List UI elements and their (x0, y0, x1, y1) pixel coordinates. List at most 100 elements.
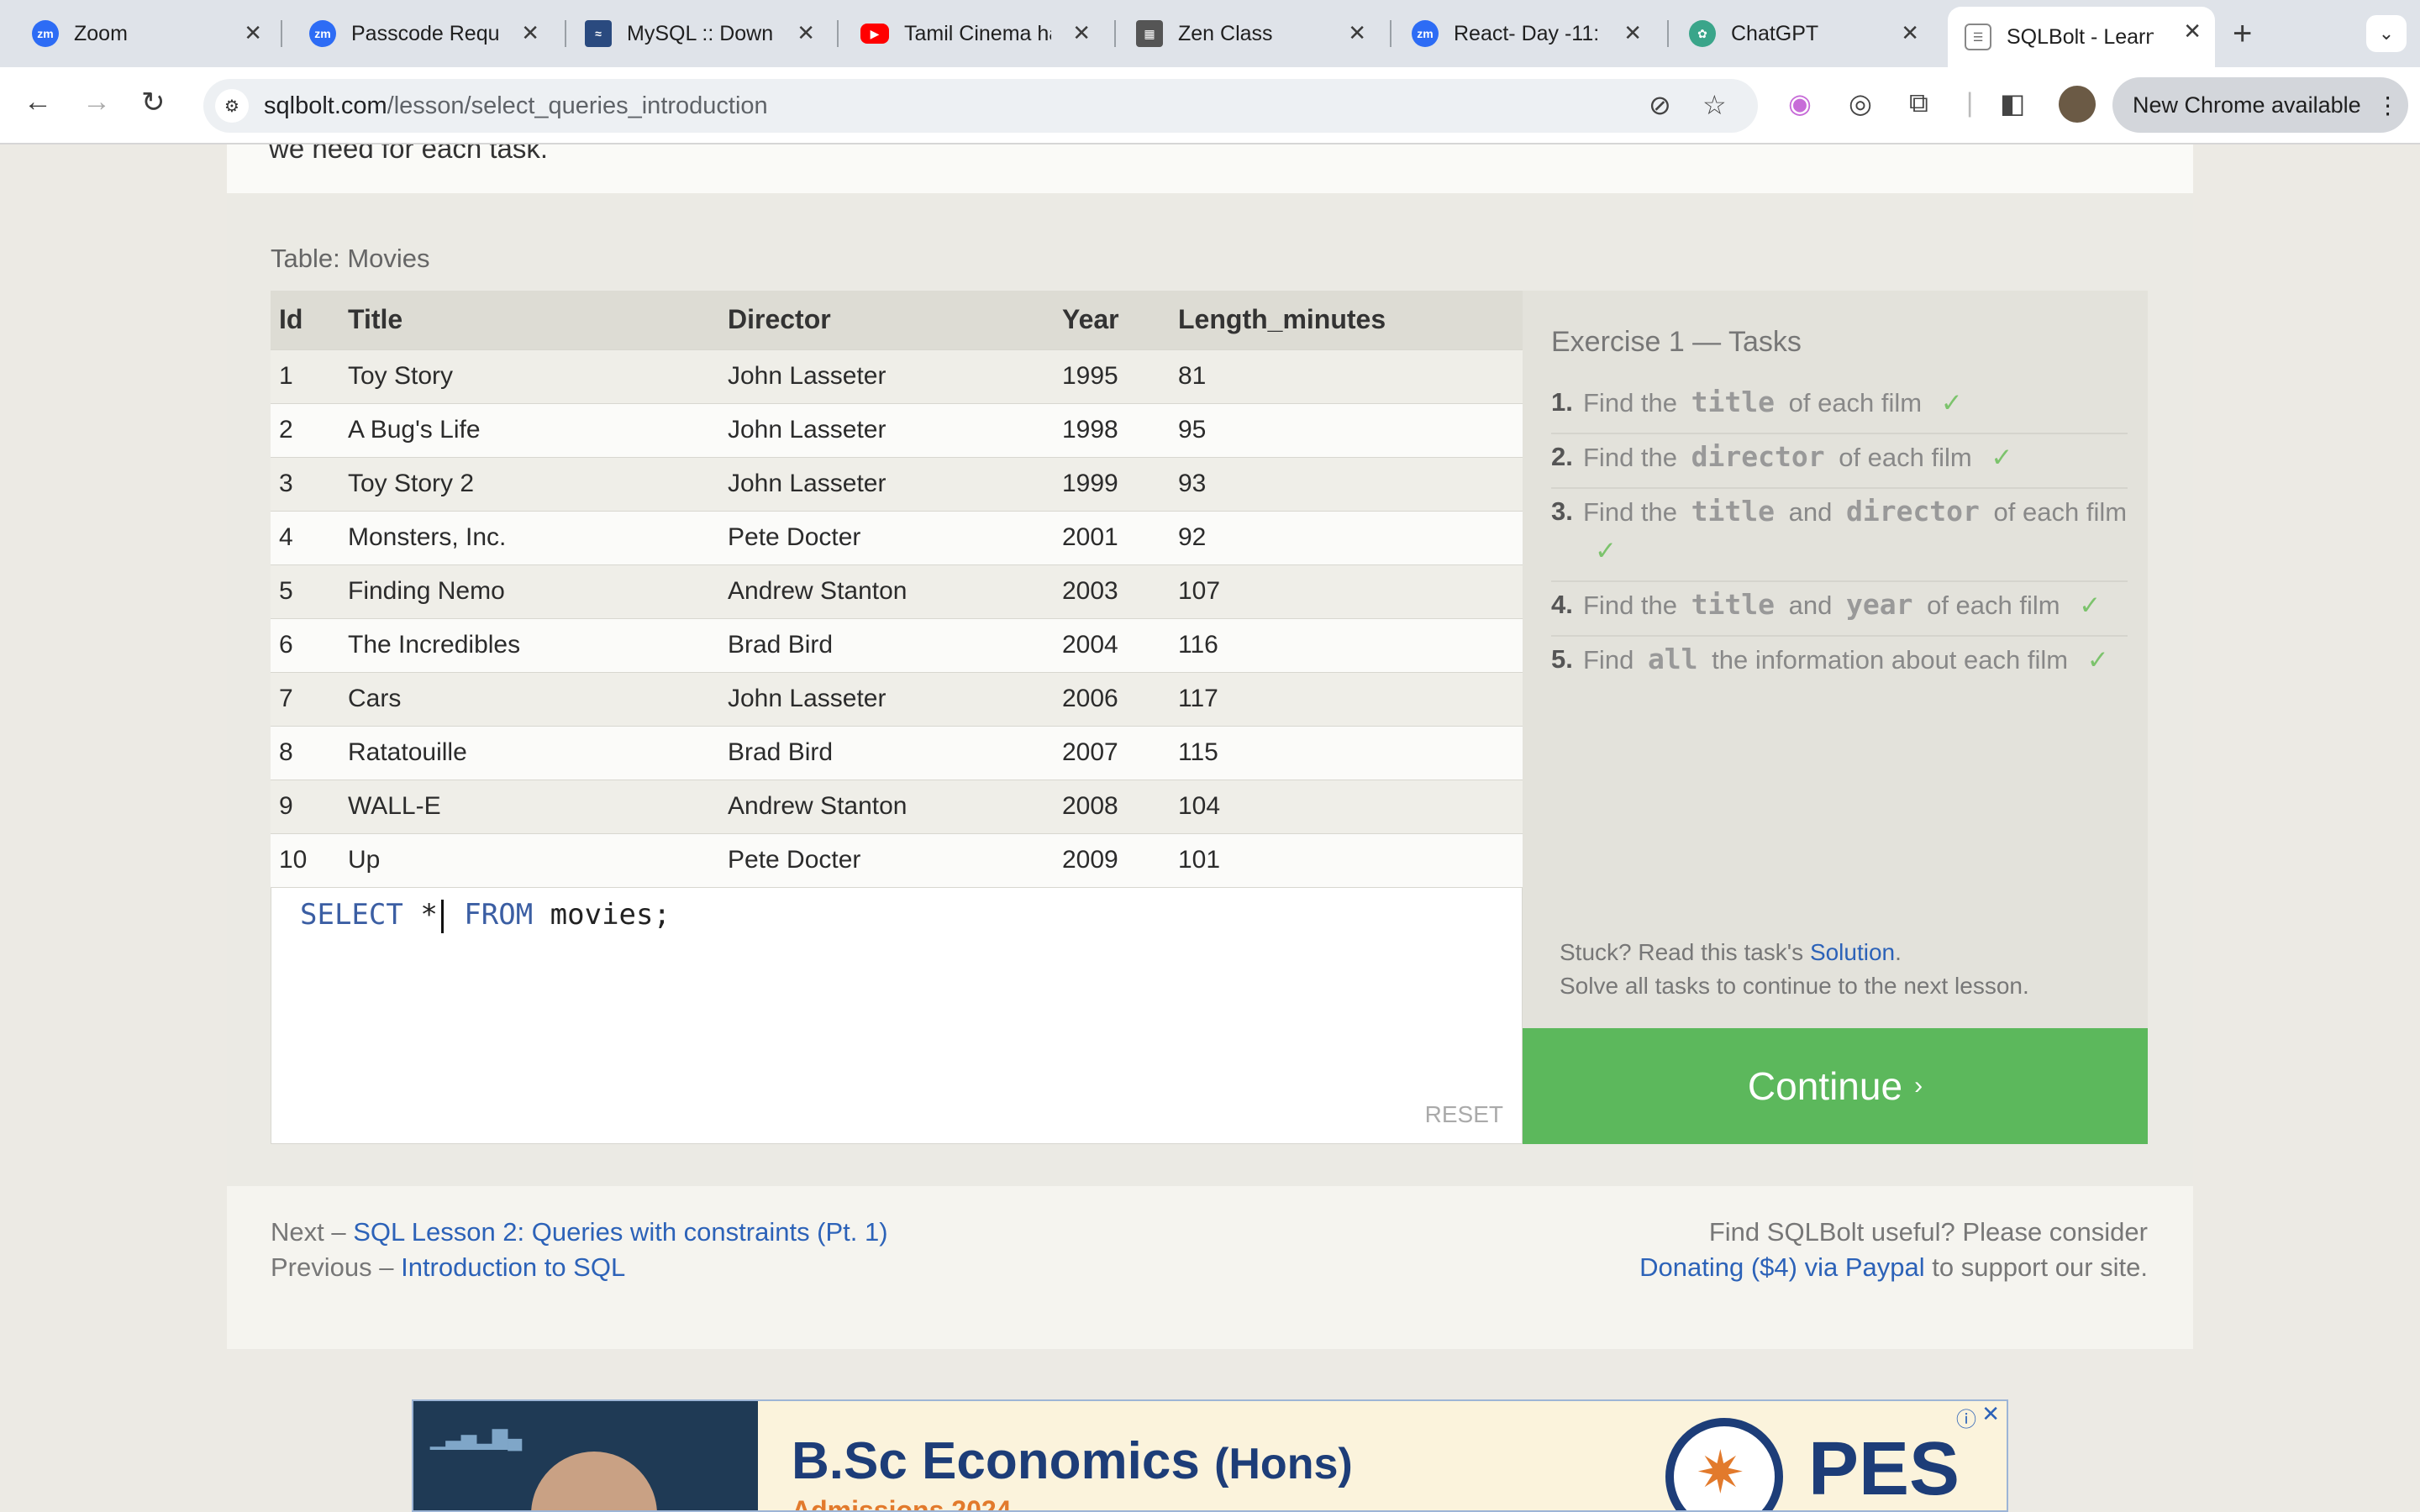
puzzle-extensions-icon[interactable]: ⧉ (1909, 87, 1928, 119)
extension-code-icon[interactable]: ◎ (1849, 87, 1872, 119)
text-cursor (440, 899, 444, 933)
table-cell: 8 (271, 725, 339, 780)
task-item: 1. Find the title of each film ✓ (1551, 380, 2128, 434)
table-cell: 2007 (1054, 725, 1170, 780)
task-number: 3. (1551, 496, 1573, 526)
sql-keyword: FROM (464, 898, 534, 932)
table-cell: 101 (1170, 832, 1523, 887)
close-icon[interactable]: ✕ (1072, 20, 1091, 46)
next-prefix: Next – (271, 1217, 346, 1247)
sql-query-text[interactable]: SELECT * FROM movies; (300, 898, 671, 933)
next-lesson-link[interactable]: SQL Lesson 2: Queries with constraints (… (353, 1217, 887, 1247)
table-cell: 93 (1170, 456, 1523, 511)
task-text: of each film (1788, 388, 1923, 417)
table-cell: 5 (271, 564, 339, 618)
close-icon[interactable]: ✕ (2183, 18, 2202, 45)
table-cell: WALL-E (339, 779, 719, 833)
previous-prefix: Previous – (271, 1252, 394, 1282)
tab-react-day-11[interactable]: zm React- Day -11: ✕ (1395, 8, 1655, 59)
table-cell: Pete Docter (719, 510, 1054, 564)
table-row: 8 Ratatouille Brad Bird 2007 115 (271, 725, 1523, 780)
continue-button[interactable]: Continue › (1523, 1028, 2148, 1144)
tab-title: Zen Class (1178, 21, 1273, 45)
tab-sqlbolt[interactable]: ☰ SQLBolt - Learn ✕ (1948, 7, 2215, 67)
table-body: 1 Toy Story John Lasseter 1995 81 2 A Bug's Li… (271, 349, 1523, 887)
profile-avatar[interactable] (2059, 86, 2096, 123)
close-icon[interactable]: ✕ (1348, 20, 1366, 46)
tab-divider (837, 20, 839, 47)
address-bar[interactable]: ⚙ sqlbolt.com/lesson/select_queries_intr… (203, 79, 1758, 133)
tab-passcode-required[interactable]: zm Passcode Required ✕ (292, 8, 553, 59)
compass-star-icon: ✷ (1696, 1440, 1745, 1505)
previous-lesson-link[interactable]: Introduction to SQL (401, 1252, 625, 1282)
task-number: 5. (1551, 644, 1573, 674)
table-caption: Table: Movies (271, 244, 430, 273)
table-cell: 107 (1170, 564, 1523, 618)
support-line: Find SQLBolt useful? Please consider (1708, 1217, 2148, 1247)
zoom-icon: zm (1412, 20, 1439, 47)
table-cell: 6 (271, 617, 339, 672)
chrome-update-button[interactable]: New Chrome available ⋮ (2112, 77, 2408, 133)
reset-button[interactable]: RESET (1425, 1101, 1503, 1128)
site-settings-icon[interactable]: ⚙ (215, 89, 249, 123)
table-cell: Monsters, Inc. (339, 510, 719, 564)
side-panel-icon[interactable]: ◧ (2000, 87, 2025, 119)
close-icon[interactable]: ✕ (1901, 20, 1919, 46)
url-text[interactable]: sqlbolt.com/lesson/select_queries_introd… (264, 92, 768, 120)
extension-color-icon[interactable]: ◉ (1788, 87, 1812, 119)
stuck-suffix: . (1895, 939, 1902, 965)
zoom-icon: zm (32, 20, 59, 47)
tab-search-button[interactable]: ⌄ (2366, 15, 2407, 52)
forward-icon[interactable]: → (82, 86, 111, 118)
task-text: Find the (1583, 443, 1678, 472)
ad-info-icon[interactable]: ⓘ (1956, 1403, 1976, 1432)
task-text: Find (1583, 645, 1634, 675)
ad-close-icon[interactable]: ✕ (1981, 1401, 2000, 1427)
close-icon[interactable]: ✕ (244, 20, 262, 46)
tasks-panel: Exercise 1 — Tasks 1. Find the title of … (1523, 291, 2148, 1028)
close-icon[interactable]: ✕ (797, 20, 815, 46)
tasks-title: Exercise 1 — Tasks (1551, 326, 1802, 358)
eye-slash-icon[interactable]: ⊘ (1649, 89, 1671, 121)
support-suffix: to support our site. (1932, 1252, 2148, 1282)
tab-title: Passcode Required (351, 21, 498, 45)
tab-youtube[interactable]: ▶ Tamil Cinema has ✕ (844, 8, 1104, 59)
sql-star: * (420, 898, 438, 932)
new-tab-button[interactable]: + (2233, 15, 2252, 53)
tab-mysql-download[interactable]: ≈ MySQL :: Download ✕ (568, 8, 829, 59)
checkmark-icon: ✓ (1595, 536, 1617, 565)
sql-editor[interactable]: SELECT * FROM movies; RESET (271, 887, 1523, 1144)
task-item: 3. Find the title and director of each f… (1551, 489, 2128, 582)
checkmark-icon: ✓ (2086, 645, 2109, 675)
task-item: 4. Find the title and year of each film … (1551, 582, 2128, 637)
zen-class-icon: ▦ (1136, 20, 1163, 47)
tab-zoom[interactable]: zm Zoom ✕ (15, 8, 276, 59)
column-header: Title (339, 291, 719, 349)
task-text: of each film (1839, 443, 1972, 472)
column-header: Year (1054, 291, 1170, 349)
reload-icon[interactable]: ↻ (141, 86, 166, 119)
back-icon[interactable]: ← (24, 86, 52, 118)
tab-chatgpt[interactable]: ✿ ChatGPT ✕ (1672, 8, 1933, 59)
donate-link[interactable]: Donating ($4) via Paypal (1639, 1252, 1924, 1282)
table-cell: Brad Bird (719, 725, 1054, 780)
table-cell: 104 (1170, 779, 1523, 833)
task-text: of each film (1927, 591, 2060, 620)
table-cell: Brad Bird (719, 617, 1054, 672)
task-text: Find the (1583, 591, 1678, 620)
table-row: 5 Finding Nemo Andrew Stanton 2003 107 (271, 564, 1523, 618)
table-cell: Toy Story (339, 349, 719, 403)
solution-link[interactable]: Solution (1810, 939, 1895, 965)
ad-banner[interactable]: ▁▃▅▂▇▄ B.Sc Economics (Hons) Admissions … (412, 1399, 2008, 1512)
table-row: 3 Toy Story 2 John Lasseter 1999 93 (271, 456, 1523, 511)
table-cell: 10 (271, 832, 339, 887)
bookmark-star-icon[interactable]: ☆ (1702, 89, 1727, 121)
table-cell: John Lasseter (719, 349, 1054, 403)
close-icon[interactable]: ✕ (521, 20, 539, 46)
table-cell: Toy Story 2 (339, 456, 719, 511)
stock-chart-graphic: ▁▃▅▂▇▄ (430, 1427, 523, 1450)
close-icon[interactable]: ✕ (1623, 20, 1642, 46)
table-cell: 2003 (1054, 564, 1170, 618)
ad-headline: B.Sc Economics (Hons) (792, 1431, 1353, 1491)
tab-zen-class[interactable]: ▦ Zen Class ✕ (1119, 8, 1380, 59)
